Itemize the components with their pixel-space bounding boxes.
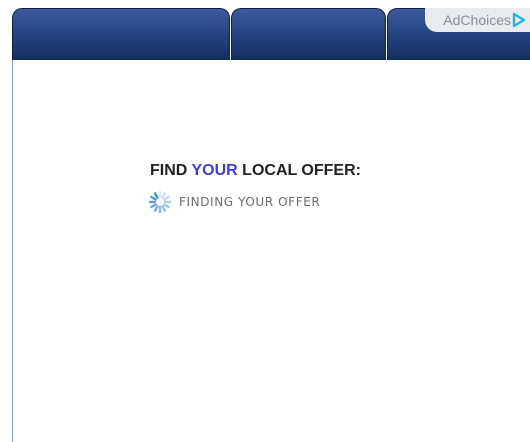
adchoices-triangle-icon: [512, 12, 526, 28]
finding-status-text: FINDING YOUR OFFER: [179, 195, 321, 209]
spinner-spoke: [163, 203, 170, 209]
spinner-spoke: [163, 195, 170, 201]
spinner-spoke: [153, 205, 159, 212]
offer-heading-start: FIND: [150, 162, 192, 179]
spinner-spoke: [161, 205, 167, 212]
finding-status: FINDING YOUR OFFER: [148, 190, 320, 214]
adchoices-badge[interactable]: AdChoices: [425, 8, 530, 32]
tab-2[interactable]: [231, 8, 386, 60]
offer-panel: FIND YOUR LOCAL OFFER: FINDING YOUR OFFE…: [12, 60, 530, 442]
offer-heading-accent: YOUR: [191, 162, 238, 179]
offer-heading: FIND YOUR LOCAL OFFER:: [150, 162, 361, 180]
tab-bar: AdChoices: [0, 0, 530, 60]
ad-frame: AdChoices FIND YOUR LOCAL OFFER: FINDING…: [0, 0, 530, 442]
spinner-spoke: [153, 192, 159, 199]
spinner-spoke: [150, 203, 157, 209]
spinner-spoke: [161, 192, 167, 199]
offer-heading-end: LOCAL OFFER:: [237, 162, 361, 179]
adchoices-label: AdChoices: [443, 12, 511, 28]
spinner-spoke: [150, 195, 157, 201]
tab-1[interactable]: [12, 8, 230, 60]
loading-spinner-icon: [148, 190, 172, 214]
